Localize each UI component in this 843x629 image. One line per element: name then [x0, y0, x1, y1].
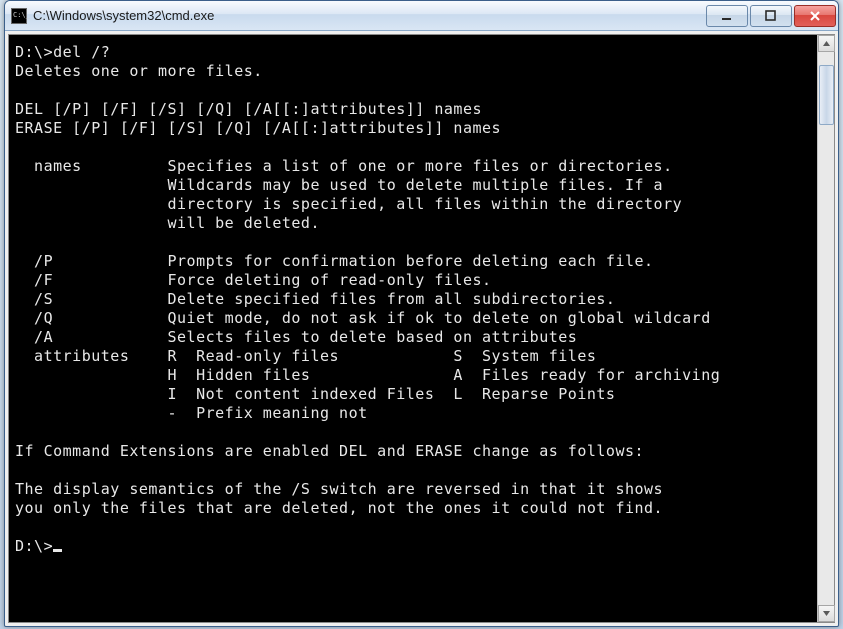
line: DEL [/P] [/F] [/S] [/Q] [/A[[:]attribute… [15, 100, 482, 118]
minimize-button[interactable] [706, 5, 748, 27]
scrollbar-thumb[interactable] [819, 65, 834, 125]
line: names Specifies a list of one or more fi… [15, 157, 673, 175]
line: will be deleted. [15, 214, 320, 232]
cursor [53, 549, 62, 552]
line: /A Selects files to delete based on attr… [15, 328, 577, 346]
maximize-icon [765, 10, 777, 22]
terminal-output[interactable]: D:\>del /? Deletes one or more files. DE… [9, 35, 817, 622]
maximize-button[interactable] [750, 5, 792, 27]
line: directory is specified, all files within… [15, 195, 682, 213]
prompt: D:\> [15, 43, 53, 61]
line: /Q Quiet mode, do not ask if ok to delet… [15, 309, 711, 327]
line: D:\>del /? [15, 43, 110, 61]
prompt: D:\> [15, 537, 53, 555]
window-buttons [706, 5, 836, 27]
client-area: D:\>del /? Deletes one or more files. DE… [8, 34, 835, 623]
line: you only the files that are deleted, not… [15, 499, 663, 517]
line: attributes R Read-only files S System fi… [15, 347, 596, 365]
line: - Prefix meaning not [15, 404, 368, 422]
close-icon [809, 10, 821, 22]
titlebar[interactable]: C:\Windows\system32\cmd.exe [5, 1, 838, 31]
scroll-up-button[interactable] [818, 35, 835, 52]
window-title: C:\Windows\system32\cmd.exe [33, 8, 706, 23]
minimize-icon [721, 10, 733, 22]
line: I Not content indexed Files L Reparse Po… [15, 385, 615, 403]
typed-command: del /? [53, 43, 110, 61]
close-button[interactable] [794, 5, 836, 27]
line: If Command Extensions are enabled DEL an… [15, 442, 644, 460]
vertical-scrollbar[interactable] [817, 35, 834, 622]
chevron-down-icon [822, 609, 831, 618]
line: Deletes one or more files. [15, 62, 263, 80]
cmd-window: C:\Windows\system32\cmd.exe D:\>del /? D… [4, 0, 839, 627]
line: H Hidden files A Files ready for archivi… [15, 366, 720, 384]
line: /S Delete specified files from all subdi… [15, 290, 615, 308]
scroll-down-button[interactable] [818, 605, 835, 622]
line: ERASE [/P] [/F] [/S] [/Q] [/A[[:]attribu… [15, 119, 501, 137]
line: /P Prompts for confirmation before delet… [15, 252, 654, 270]
line: /F Force deleting of read-only files. [15, 271, 492, 289]
line: Wildcards may be used to delete multiple… [15, 176, 663, 194]
line: D:\> [15, 537, 62, 555]
line: The display semantics of the /S switch a… [15, 480, 663, 498]
cmd-icon [11, 8, 27, 24]
chevron-up-icon [822, 39, 831, 48]
